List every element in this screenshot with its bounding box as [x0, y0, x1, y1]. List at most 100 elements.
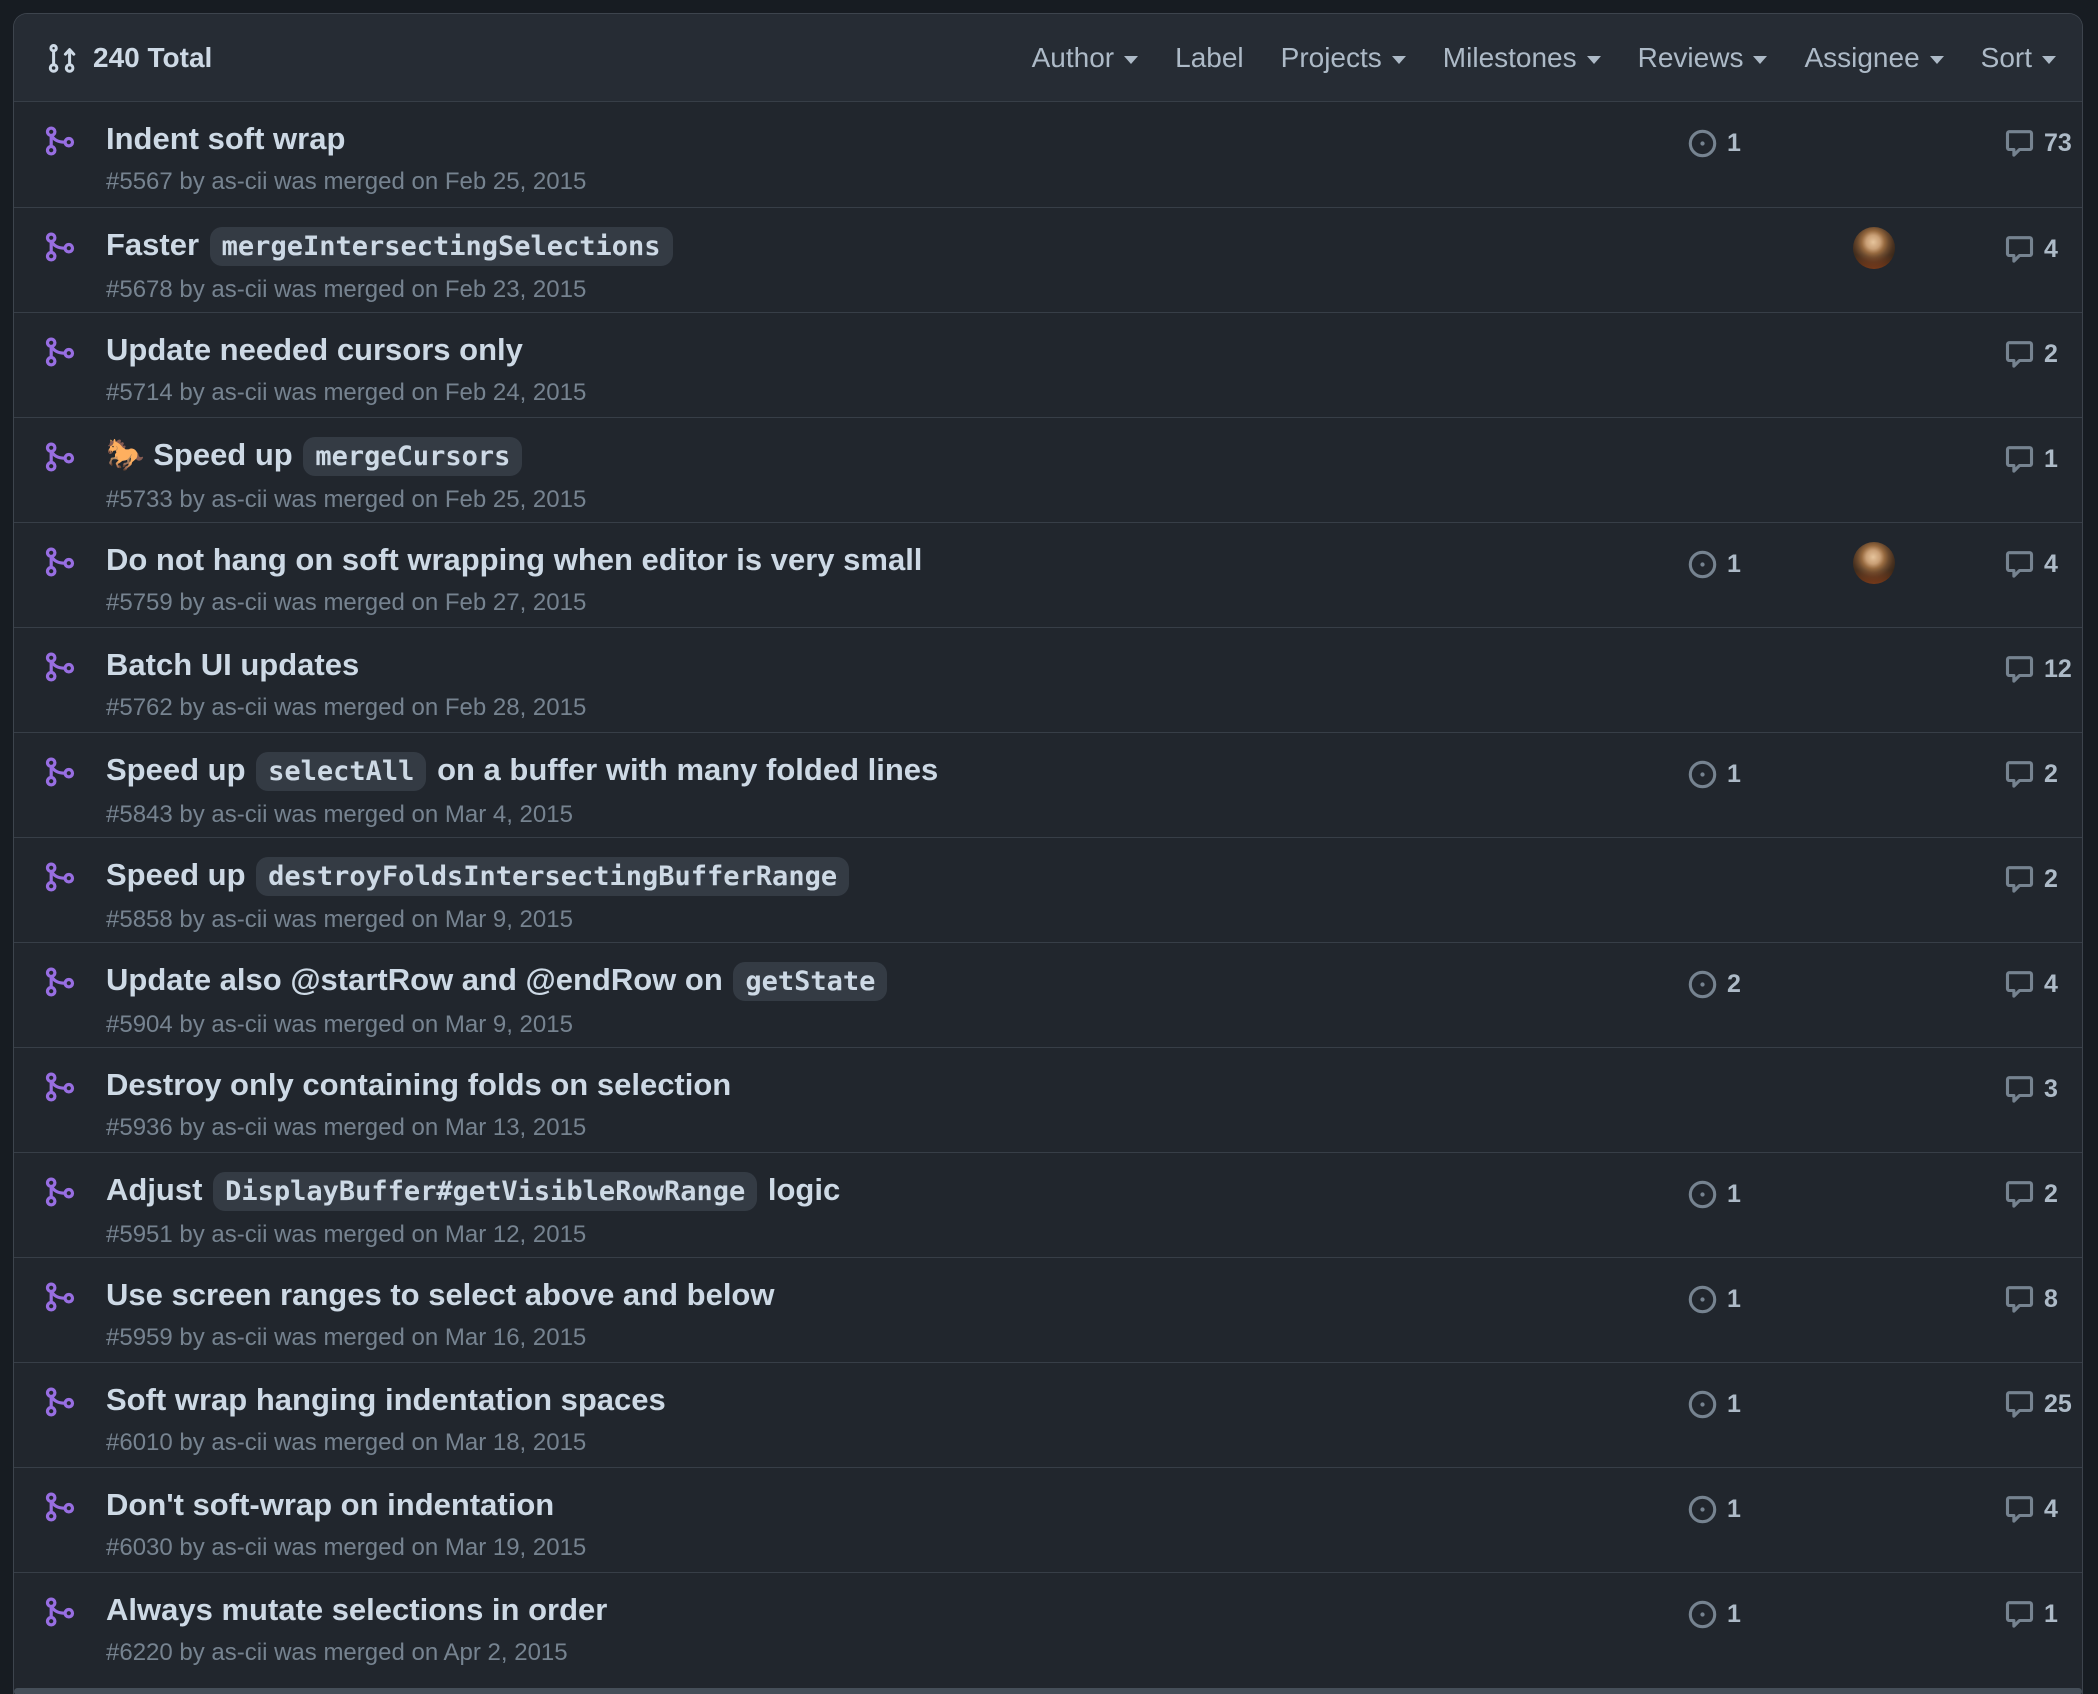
filter-author[interactable]: Author: [1032, 42, 1139, 74]
pr-text-block: Speed up destroyFoldsIntersectingBufferR…: [106, 852, 1612, 934]
comment-icon: [2004, 234, 2035, 265]
chevron-down-icon: [1753, 56, 1767, 64]
title-text: Don't soft-wrap on indentation: [106, 1487, 554, 1522]
pr-title[interactable]: Adjust DisplayBuffer#getVisibleRowRange …: [106, 1167, 1612, 1215]
pr-meta: #5959 by as-cii was merged on Mar 16, 20…: [106, 1324, 1612, 1352]
linked-issues-indicator[interactable]: 1: [1687, 547, 1741, 581]
pr-title[interactable]: Speed up selectAll on a buffer with many…: [106, 747, 1612, 795]
linked-issues-count: 1: [1727, 760, 1741, 789]
linked-issues-indicator[interactable]: 1: [1687, 1387, 1741, 1421]
comments-indicator[interactable]: 12: [2004, 652, 2072, 686]
pr-title[interactable]: Indent soft wrap: [106, 116, 1612, 162]
filter-sort[interactable]: Sort: [1981, 42, 2056, 74]
title-text: 🐎 Speed up: [106, 437, 301, 472]
title-text: Update also @startRow and @endRow on: [106, 962, 731, 997]
list-footer: [14, 1677, 2082, 1694]
linked-issues-indicator[interactable]: 1: [1687, 126, 1741, 160]
pr-title[interactable]: Batch UI updates: [106, 642, 1612, 688]
pull-request-arrows-icon: [46, 42, 78, 74]
comment-icon: [2004, 1284, 2035, 1315]
pr-text-block: Adjust DisplayBuffer#getVisibleRowRange …: [106, 1167, 1612, 1249]
title-text: Speed up: [106, 857, 254, 892]
pull-request-row: Speed up destroyFoldsIntersectingBufferR…: [14, 837, 2082, 942]
pr-meta: #5714 by as-cii was merged on Feb 24, 20…: [106, 379, 1612, 407]
comments-indicator[interactable]: 2: [2004, 337, 2058, 371]
comments-indicator[interactable]: 2: [2004, 862, 2058, 896]
reviewer-avatar[interactable]: [1853, 542, 1895, 584]
comment-icon: [2004, 1494, 2035, 1525]
pr-text-block: Use screen ranges to select above and be…: [106, 1272, 1612, 1352]
comments-indicator[interactable]: 3: [2004, 1072, 2058, 1106]
git-merge-icon: [44, 651, 76, 683]
linked-issues-indicator[interactable]: 1: [1687, 1177, 1741, 1211]
title-code-chip: mergeIntersectingSelections: [210, 227, 673, 266]
pr-meta: #5904 by as-cii was merged on Mar 9, 201…: [106, 1011, 1612, 1039]
comments-indicator[interactable]: 8: [2004, 1282, 2058, 1316]
comments-indicator[interactable]: 1: [2004, 1597, 2058, 1631]
comment-icon: [2004, 1389, 2035, 1420]
git-merge-icon: [44, 1281, 76, 1313]
linked-issues-indicator[interactable]: 1: [1687, 1597, 1741, 1631]
comment-count: 2: [2044, 865, 2058, 894]
git-merge-icon: [44, 125, 76, 157]
pr-title[interactable]: Update needed cursors only: [106, 327, 1612, 373]
comment-count: 2: [2044, 340, 2058, 369]
pr-meta: #5843 by as-cii was merged on Mar 4, 201…: [106, 801, 1612, 829]
comments-indicator[interactable]: 4: [2004, 967, 2058, 1001]
comments-indicator[interactable]: 2: [2004, 1177, 2058, 1211]
pr-meta: #6030 by as-cii was merged on Mar 19, 20…: [106, 1534, 1612, 1562]
pr-meta: #5759 by as-cii was merged on Feb 27, 20…: [106, 589, 1612, 617]
comment-icon: [2004, 339, 2035, 370]
comment-count: 8: [2044, 1285, 2058, 1314]
git-merge-icon: [44, 1071, 76, 1103]
linked-issues-indicator[interactable]: 2: [1687, 967, 1741, 1001]
comment-icon: [2004, 759, 2035, 790]
filter-projects[interactable]: Projects: [1281, 42, 1406, 74]
title-text: Do not hang on soft wrapping when editor…: [106, 542, 922, 577]
issue-opened-icon: [1687, 128, 1718, 159]
linked-issues-indicator[interactable]: 1: [1687, 1282, 1741, 1316]
filter-reviews[interactable]: Reviews: [1638, 42, 1768, 74]
comments-indicator[interactable]: 73: [2004, 126, 2072, 160]
comments-indicator[interactable]: 2: [2004, 757, 2058, 791]
title-text: Soft wrap hanging indentation spaces: [106, 1382, 666, 1417]
title-text: Always mutate selections in order: [106, 1592, 607, 1627]
title-text: Destroy only containing folds on selecti…: [106, 1067, 731, 1102]
pr-title[interactable]: Speed up destroyFoldsIntersectingBufferR…: [106, 852, 1612, 900]
issue-opened-icon: [1687, 1389, 1718, 1420]
filter-milestones[interactable]: Milestones: [1443, 42, 1601, 74]
comments-indicator[interactable]: 1: [2004, 442, 2058, 476]
pr-title[interactable]: Destroy only containing folds on selecti…: [106, 1062, 1612, 1108]
comments-indicator[interactable]: 25: [2004, 1387, 2072, 1421]
comment-count: 25: [2044, 1390, 2072, 1419]
pr-title[interactable]: Don't soft-wrap on indentation: [106, 1482, 1612, 1528]
git-merge-icon: [44, 546, 76, 578]
pull-request-list-panel: 240 Total Author Label Projects Mileston…: [13, 13, 2083, 1694]
comment-icon: [2004, 864, 2035, 895]
filter-label[interactable]: Label: [1175, 42, 1244, 74]
filter-assignee[interactable]: Assignee: [1804, 42, 1943, 74]
pr-title[interactable]: 🐎 Speed up mergeCursors: [106, 432, 1612, 480]
filter-label: Milestones: [1443, 42, 1577, 74]
pull-request-row: Adjust DisplayBuffer#getVisibleRowRange …: [14, 1152, 2082, 1257]
filter-label: Author: [1032, 42, 1115, 74]
title-text: Indent soft wrap: [106, 121, 345, 156]
pr-title[interactable]: Use screen ranges to select above and be…: [106, 1272, 1612, 1318]
git-merge-icon: [44, 336, 76, 368]
comment-count: 4: [2044, 1495, 2058, 1524]
comments-indicator[interactable]: 4: [2004, 547, 2058, 581]
pr-title[interactable]: Faster mergeIntersectingSelections: [106, 222, 1612, 270]
comments-indicator[interactable]: 4: [2004, 232, 2058, 266]
reviewer-avatar[interactable]: [1853, 227, 1895, 269]
pr-title[interactable]: Always mutate selections in order: [106, 1587, 1612, 1633]
linked-issues-count: 1: [1727, 1285, 1741, 1314]
pr-title[interactable]: Soft wrap hanging indentation spaces: [106, 1377, 1612, 1423]
pr-title[interactable]: Do not hang on soft wrapping when editor…: [106, 537, 1612, 583]
horizontal-scrollbar[interactable]: [14, 1688, 2082, 1694]
comment-count: 4: [2044, 235, 2058, 264]
comments-indicator[interactable]: 4: [2004, 1492, 2058, 1526]
pull-request-row: Soft wrap hanging indentation spaces #60…: [14, 1362, 2082, 1467]
pr-title[interactable]: Update also @startRow and @endRow on get…: [106, 957, 1612, 1005]
linked-issues-indicator[interactable]: 1: [1687, 757, 1741, 791]
linked-issues-indicator[interactable]: 1: [1687, 1492, 1741, 1526]
